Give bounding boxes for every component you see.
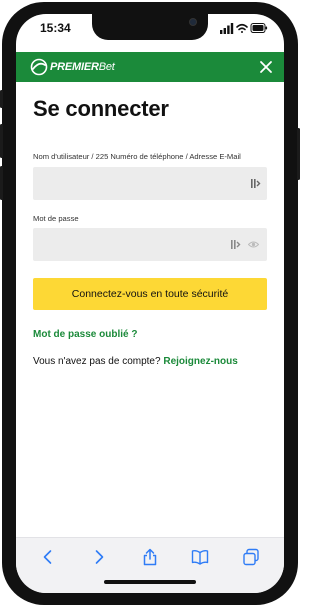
phone-power-button — [297, 128, 300, 180]
premierbet-logo[interactable]: PREMIERBet — [30, 58, 115, 76]
tabs-icon[interactable] — [242, 548, 260, 566]
signup-prompt-line: Vous n'avez pas de compte? Rejoignez-nou… — [33, 356, 238, 367]
brand-name: PREMIERBet — [50, 61, 115, 73]
browser-toolbar — [16, 537, 284, 593]
status-bar: 15:34 — [16, 14, 284, 52]
battery-icon — [250, 23, 268, 33]
status-icons — [220, 23, 268, 34]
eye-icon[interactable] — [248, 239, 259, 250]
premierbet-logo-icon — [30, 58, 48, 76]
signup-prompt: Vous n'avez pas de compte? — [33, 356, 161, 367]
bookmarks-icon[interactable] — [191, 548, 209, 566]
password-manager-icon[interactable] — [250, 178, 261, 189]
login-submit-button[interactable]: Connectez-vous en toute sécurité — [33, 278, 267, 310]
back-icon[interactable] — [39, 548, 57, 566]
signup-link[interactable]: Rejoignez-nous — [163, 356, 237, 367]
forward-icon[interactable] — [90, 548, 108, 566]
phone-screen: 15:34 PREMIERBet Se connecter Nom d'util… — [16, 14, 284, 593]
close-icon[interactable] — [256, 57, 276, 77]
brand-main: PREMIER — [50, 61, 99, 73]
brand-suffix: Bet — [98, 61, 115, 73]
phone-silent-switch — [0, 90, 3, 108]
signal-icon — [220, 23, 234, 34]
username-label: Nom d'utilisateur / 225 Numéro de téléph… — [33, 152, 241, 161]
notch — [92, 14, 208, 40]
password-label: Mot de passe — [33, 214, 79, 223]
app-header: PREMIERBet — [16, 52, 284, 82]
password-field[interactable] — [33, 228, 267, 261]
status-time: 15:34 — [40, 21, 71, 35]
page-title: Se connecter — [33, 96, 169, 121]
phone-volume-up — [0, 124, 3, 158]
username-field[interactable] — [33, 167, 267, 200]
forgot-password-link[interactable]: Mot de passe oublié ? — [33, 329, 137, 340]
share-icon[interactable] — [141, 548, 159, 566]
phone-volume-down — [0, 166, 3, 200]
home-indicator — [104, 580, 196, 584]
password-manager-icon[interactable] — [230, 239, 241, 250]
wifi-icon — [236, 23, 248, 33]
front-camera — [189, 18, 197, 26]
